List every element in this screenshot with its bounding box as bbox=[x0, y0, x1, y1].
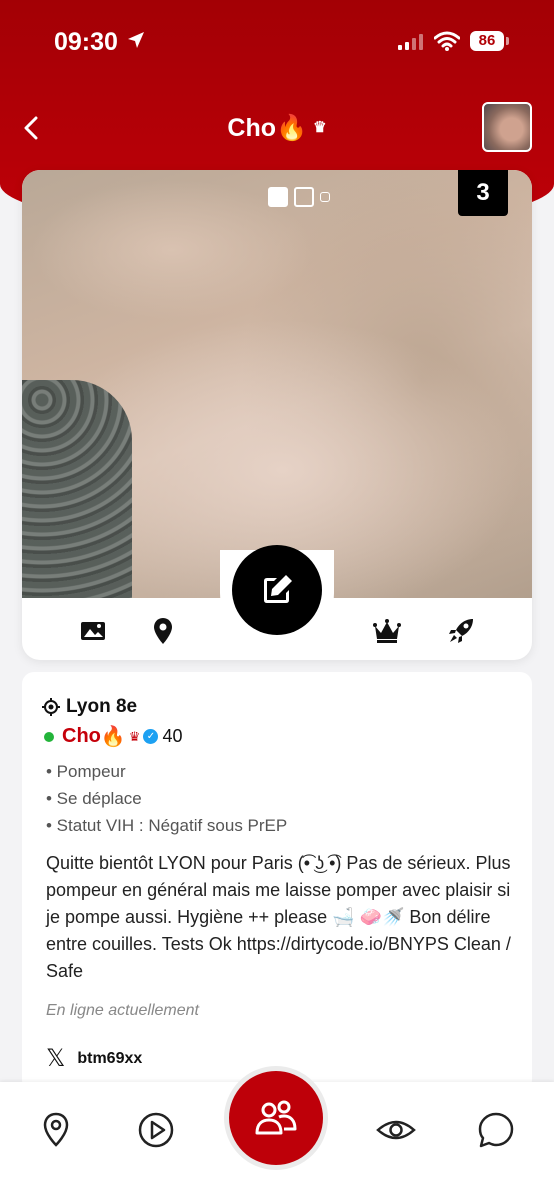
tag-item: • Se déplace bbox=[46, 789, 142, 808]
tag-item: • Statut VIH : Négatif sous PrEP bbox=[46, 816, 288, 835]
crown-icon: ♛ bbox=[313, 119, 327, 136]
photos-gallery-icon[interactable] bbox=[78, 616, 108, 646]
profile-photo[interactable] bbox=[22, 170, 532, 598]
location-pin-icon[interactable] bbox=[148, 616, 178, 646]
battery-tip bbox=[506, 37, 509, 45]
crown-icon: ♛ bbox=[128, 728, 141, 744]
crosshair-location-icon bbox=[42, 698, 60, 716]
edit-pencil-icon bbox=[264, 575, 292, 603]
location-arrow-icon bbox=[128, 32, 144, 48]
cellular-signal-icon bbox=[398, 34, 423, 50]
verified-badge-icon: ✓ bbox=[143, 729, 159, 744]
photo-count-badge: 3 bbox=[458, 170, 508, 216]
title-name: Cho bbox=[227, 114, 276, 142]
play-video-tab-icon[interactable] bbox=[136, 1110, 176, 1150]
x-handle: btm69xx bbox=[77, 1049, 143, 1067]
nav-bar: Cho🔥 ♛ bbox=[0, 96, 554, 160]
profile-bio: Quitte bientôt LYON pour Paris (͡• ͜ʖ ͡•… bbox=[46, 853, 511, 981]
name-line: Cho 🔥 ♛ ✓ 40 bbox=[44, 724, 182, 749]
photo-pager bbox=[268, 187, 330, 207]
location-text: Lyon 8e bbox=[66, 696, 138, 717]
pager-dot-active bbox=[268, 187, 288, 207]
fire-emoji: 🔥 bbox=[100, 726, 126, 748]
online-status-text: En ligne actuellement bbox=[46, 1002, 199, 1019]
people-group-icon bbox=[255, 1100, 297, 1135]
edit-profile-button[interactable] bbox=[232, 545, 322, 635]
photo-card: 3 bbox=[22, 170, 532, 660]
location-line: Lyon 8e bbox=[42, 696, 137, 718]
online-status-dot bbox=[44, 731, 54, 742]
chat-bubble-tab-icon[interactable] bbox=[476, 1110, 516, 1150]
tag-item: • Pompeur bbox=[46, 762, 126, 781]
eye-visitors-tab-icon[interactable] bbox=[376, 1110, 416, 1150]
people-center-tab-button[interactable] bbox=[224, 1066, 328, 1170]
status-bar: 09:30 86 bbox=[0, 0, 554, 80]
x-logo-icon: 𝕏 bbox=[46, 1045, 66, 1072]
map-pin-tab-icon[interactable] bbox=[36, 1110, 76, 1150]
profile-age: 40 bbox=[162, 726, 183, 746]
battery-level: 86 bbox=[470, 31, 504, 51]
people-center-tab-inner bbox=[229, 1071, 323, 1165]
profile-info-card: Lyon 8e Cho 🔥 ♛ ✓ 40 • Pompeur • Se dépl… bbox=[22, 672, 532, 1092]
pager-dot bbox=[320, 192, 330, 202]
x-social-link[interactable]: 𝕏 btm69xx bbox=[46, 1044, 142, 1073]
profile-tags: • Pompeur • Se déplace • Statut VIH : Né… bbox=[46, 758, 287, 839]
fire-emoji: 🔥 bbox=[276, 114, 308, 142]
page-title: Cho🔥 ♛ bbox=[0, 114, 554, 143]
pager-dot bbox=[294, 187, 314, 207]
status-time: 09:30 bbox=[54, 28, 118, 56]
crown-premium-icon[interactable] bbox=[372, 616, 402, 646]
rocket-boost-icon[interactable] bbox=[446, 616, 476, 646]
wifi-icon bbox=[434, 31, 460, 51]
profile-thumbnail[interactable] bbox=[482, 102, 532, 152]
profile-name: Cho bbox=[62, 725, 101, 747]
